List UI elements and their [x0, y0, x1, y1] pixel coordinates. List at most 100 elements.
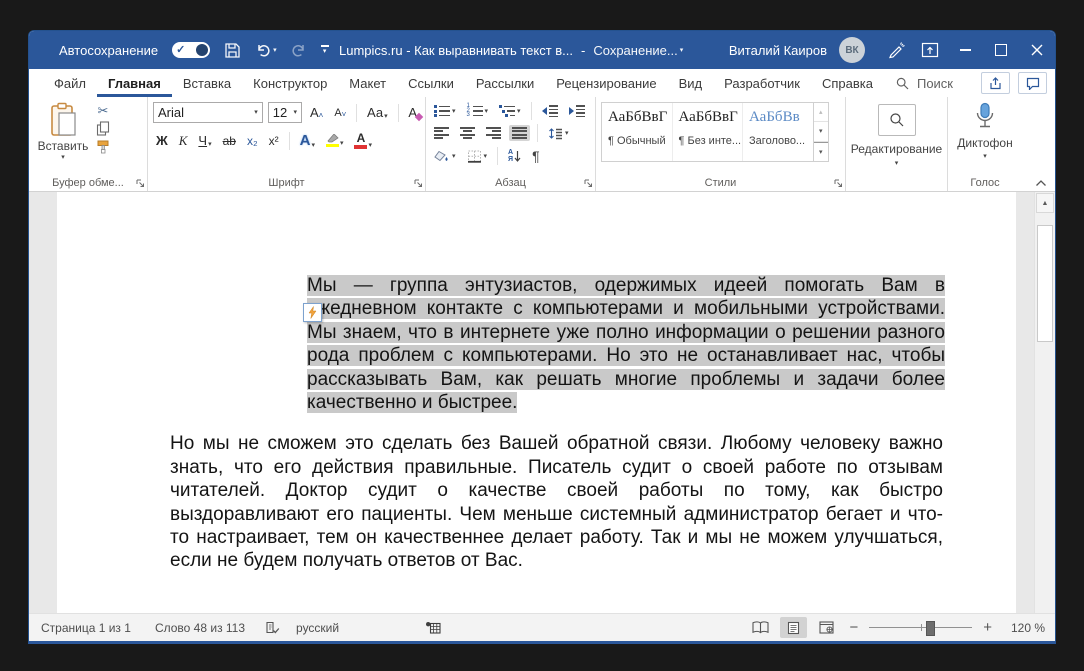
style-no-spacing[interactable]: АаБбВвГ ¶ Без инте... — [673, 103, 744, 161]
tab-developer[interactable]: Разработчик — [713, 69, 811, 97]
format-painter-button[interactable] — [96, 140, 110, 154]
word-count-status[interactable]: Слово 48 из 113 — [153, 621, 247, 635]
tab-insert[interactable]: Вставка — [172, 69, 242, 97]
tab-view[interactable]: Вид — [668, 69, 714, 97]
strikethrough-button[interactable]: ab — [220, 133, 239, 149]
scroll-up-button[interactable]: ▲ — [1036, 193, 1054, 213]
font-dialog-launcher[interactable] — [414, 179, 423, 188]
align-right-button[interactable] — [483, 125, 504, 141]
zoom-slider-thumb[interactable] — [926, 621, 935, 636]
align-center-button[interactable] — [457, 125, 478, 141]
paragraph-dialog-launcher[interactable] — [584, 179, 593, 188]
tab-review[interactable]: Рецензирование — [545, 69, 667, 97]
page-number-status[interactable]: Страница 1 из 1 — [39, 621, 133, 635]
paragraph[interactable]: Но мы не сможем это сделать без Вашей об… — [170, 432, 943, 572]
document-page[interactable]: Мы — группа энтузиастов, одержимых идеей… — [57, 192, 1016, 613]
text-highlight-button[interactable]: ▾ — [323, 133, 347, 149]
selected-text[interactable]: Мы — группа энтузиастов, одержимых идеей… — [307, 275, 945, 413]
clipboard-dialog-launcher[interactable] — [136, 179, 145, 188]
zoom-in-button[interactable]: + — [980, 620, 995, 635]
tab-layout[interactable]: Макет — [338, 69, 397, 97]
styles-more-button[interactable]: ▾ — [814, 142, 828, 161]
avatar[interactable]: ВК — [839, 37, 865, 63]
search-box[interactable]: Поиск — [896, 69, 953, 97]
tab-design[interactable]: Конструктор — [242, 69, 338, 97]
italic-button[interactable]: К — [176, 132, 191, 150]
redo-button[interactable] — [291, 42, 307, 58]
style-heading1[interactable]: АаБбВв Заголово... — [743, 103, 813, 161]
font-size-combo[interactable]: 12 ▾ — [268, 102, 302, 123]
underline-button[interactable]: Ч ▾ — [195, 132, 214, 149]
account-name[interactable]: Виталий Каиров — [729, 43, 827, 58]
dictate-button[interactable]: Диктофон ▾ — [957, 102, 1012, 160]
multilevel-list-button[interactable]: ▾ — [496, 103, 524, 119]
styles-scroll-down-button[interactable]: ▾ — [814, 122, 828, 141]
line-spacing-button[interactable]: ▾ — [545, 125, 572, 142]
style-normal[interactable]: АаБбВвГ ¶ Обычный — [602, 103, 673, 161]
close-button[interactable] — [1019, 31, 1055, 69]
borders-button[interactable]: ▾ — [464, 148, 491, 165]
proofing-status[interactable] — [263, 621, 282, 635]
scrollbar-thumb[interactable] — [1037, 225, 1053, 342]
bullets-button[interactable]: ▾ — [431, 103, 459, 119]
chevron-down-icon: ▾ — [895, 160, 899, 167]
paste-button[interactable]: Вставить ▾ — [34, 102, 92, 173]
bold-button[interactable]: Ж — [153, 132, 171, 149]
language-status[interactable]: русский — [294, 621, 341, 635]
customize-quick-access-button[interactable]: ▾ — [321, 45, 329, 55]
autosave-toggle[interactable]: ✓ — [172, 42, 210, 58]
tab-home[interactable]: Главная — [97, 69, 172, 97]
maximize-button[interactable] — [983, 31, 1019, 69]
comments-button[interactable] — [1018, 72, 1047, 94]
save-status-dropdown[interactable]: Сохранение... ▾ — [593, 43, 683, 58]
zoom-out-button[interactable]: − — [846, 620, 861, 635]
grow-font-button[interactable]: А˄ — [307, 104, 326, 121]
minimize-button[interactable] — [947, 31, 983, 69]
tab-mailings[interactable]: Рассылки — [465, 69, 545, 97]
subscript-button[interactable]: x₂ — [244, 133, 261, 149]
cut-button[interactable]: ✂ — [98, 104, 109, 117]
align-right-icon — [486, 127, 501, 139]
change-case-button[interactable]: Аа ▾ — [364, 104, 391, 121]
justify-button[interactable] — [509, 125, 530, 141]
ribbon-display-options-button[interactable] — [913, 31, 947, 69]
sort-button[interactable]: А Я — [505, 147, 524, 165]
styles-dialog-launcher[interactable] — [834, 179, 843, 188]
tab-references[interactable]: Ссылки — [397, 69, 465, 97]
ribbon-display-options-icon — [921, 42, 939, 58]
collapse-ribbon-button[interactable] — [1035, 179, 1047, 187]
tab-help[interactable]: Справка — [811, 69, 884, 97]
copy-button[interactable] — [96, 121, 110, 136]
share-button[interactable] — [981, 72, 1010, 94]
increase-indent-button[interactable] — [566, 103, 588, 119]
styles-scroll-up-button[interactable]: ▴ — [814, 103, 828, 122]
undo-button[interactable]: ▾ — [255, 42, 277, 58]
font-name-combo[interactable]: Arial ▾ — [153, 102, 263, 123]
editing-button[interactable]: Редактирование ▾ — [851, 102, 942, 167]
read-mode-button[interactable] — [747, 617, 774, 638]
autocorrect-options-button[interactable] — [303, 303, 322, 322]
zoom-level[interactable]: 120 % — [1001, 621, 1045, 635]
show-paragraph-marks-button[interactable]: ¶ — [529, 146, 543, 166]
decrease-indent-button[interactable] — [539, 103, 561, 119]
macro-record-button[interactable] — [423, 621, 443, 634]
font-color-button[interactable]: А ▾ — [351, 131, 375, 150]
web-layout-button[interactable] — [813, 617, 840, 638]
save-button[interactable] — [224, 42, 241, 59]
chevron-down-icon: ▾ — [273, 47, 277, 54]
ink-pen-button[interactable] — [879, 31, 913, 69]
tab-file[interactable]: Файл — [43, 69, 97, 97]
text-effects-button[interactable]: А ▾ — [297, 131, 318, 150]
shrink-font-button[interactable]: А˅ — [331, 106, 349, 120]
print-layout-button[interactable] — [780, 617, 807, 638]
vertical-scrollbar[interactable]: ▲ — [1034, 192, 1055, 613]
chevron-down-icon: ▾ — [340, 140, 344, 147]
ribbon: Вставить ▾ ✂ — [29, 97, 1055, 192]
numbering-button[interactable]: 1 2 3 ▾ — [464, 103, 492, 119]
clear-formatting-button[interactable]: А — [405, 104, 420, 121]
paragraph-selected[interactable]: Мы — группа энтузиастов, одержимых идеей… — [307, 274, 945, 414]
align-left-button[interactable] — [431, 125, 452, 141]
zoom-slider[interactable] — [869, 620, 972, 635]
shading-button[interactable]: ▾ — [431, 148, 459, 165]
superscript-button[interactable]: x² — [266, 133, 282, 149]
